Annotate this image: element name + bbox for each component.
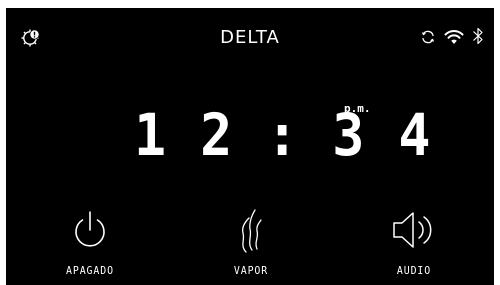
clock-period: p.m. [344, 102, 371, 115]
clock: 1 2 : 3 4 p.m. [6, 100, 494, 170]
sync-icon [420, 29, 436, 45]
power-button[interactable]: APAGADO [40, 208, 140, 282]
power-icon [75, 211, 105, 247]
clock-time: 1 2 : 3 4 [134, 101, 432, 169]
steam-button[interactable]: VAPOR [201, 208, 301, 282]
bluetooth-icon [471, 25, 485, 47]
audio-label: AUDIO [396, 264, 432, 277]
display-screen: DELTA 1 2 : 3 4 p.m. APAGADO VAPOR AUDIO [6, 8, 494, 285]
audio-button[interactable]: AUDIO [364, 208, 464, 282]
wifi-icon [444, 28, 464, 46]
speaker-icon [393, 212, 432, 248]
steam-icon [242, 209, 262, 253]
power-label: APAGADO [65, 264, 115, 277]
steam-label: VAPOR [233, 264, 269, 277]
